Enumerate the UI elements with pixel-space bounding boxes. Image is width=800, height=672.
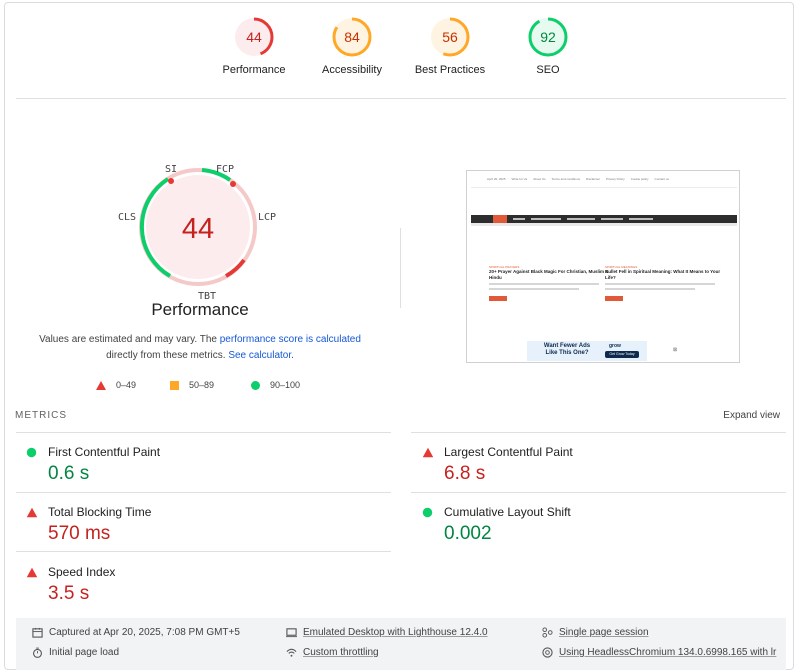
legend-pass: 90–100 xyxy=(251,380,300,390)
metric-name: Cumulative Layout Shift xyxy=(444,505,571,519)
svg-text:92: 92 xyxy=(540,29,556,45)
thumb-card: SPIRITUAL PRAYERS 20+ Prayer Against Bla… xyxy=(489,265,611,301)
browser-version[interactable]: Using HeadlessChromium 134.0.6998.165 wi… xyxy=(542,647,776,658)
throttling-text[interactable]: Custom throttling xyxy=(303,647,379,658)
divider xyxy=(16,98,786,99)
svg-text:56: 56 xyxy=(442,29,458,45)
thumb-nav xyxy=(471,215,737,223)
metric-fcp[interactable]: First Contentful Paint 0.6 s xyxy=(15,432,375,492)
metric-label-lcp: LCP xyxy=(258,212,277,223)
captured-at: Captured at Apr 20, 2025, 7:08 PM GMT+5 xyxy=(32,627,240,638)
final-screenshot[interactable]: April 20, 2025 Write for Us About Us Ter… xyxy=(466,170,740,363)
browser-text[interactable]: Using HeadlessChromium 134.0.6998.165 wi… xyxy=(559,647,776,658)
fail-triangle-icon xyxy=(26,507,38,518)
triangle-icon xyxy=(96,380,106,390)
gauge-label: Accessibility xyxy=(322,64,382,76)
thumb-divider xyxy=(471,187,737,188)
square-icon xyxy=(170,380,179,390)
session-text[interactable]: Single page session xyxy=(559,627,649,638)
thumb-topbar: April 20, 2025 Write for Us About Us Ter… xyxy=(487,177,669,181)
metric-cls[interactable]: Cumulative Layout Shift 0.002 xyxy=(411,492,771,552)
gauge-best-practices[interactable]: 56 Best Practices xyxy=(400,16,500,76)
metric-label-fcp: FCP xyxy=(216,164,235,175)
wifi-icon xyxy=(286,648,297,657)
metric-value: 3.5 s xyxy=(48,583,90,604)
desktop-icon xyxy=(286,628,297,638)
captured-text: Captured at Apr 20, 2025, 7:08 PM GMT+5 xyxy=(49,627,240,638)
vertical-divider xyxy=(400,228,401,308)
legend-fail: 0–49 xyxy=(96,380,136,390)
score-ring: 56 xyxy=(430,17,470,57)
metric-label-cls: CLS xyxy=(118,212,137,223)
metric-si[interactable]: Speed Index 3.5 s xyxy=(15,552,375,612)
fail-triangle-icon xyxy=(422,447,434,458)
score-description: Values are estimated and may vary. The p… xyxy=(30,332,370,364)
initial-load-text: Initial page load xyxy=(49,647,120,658)
session-type[interactable]: Single page session xyxy=(542,627,649,638)
gauge-label: Best Practices xyxy=(414,64,486,76)
gauge-performance[interactable]: 44 Performance xyxy=(204,16,304,76)
metric-name: Speed Index xyxy=(48,565,116,579)
thumb-nav-home xyxy=(493,215,507,223)
thumb-subbar xyxy=(471,223,737,226)
legend-range: 90–100 xyxy=(270,380,301,390)
performance-title: Performance xyxy=(151,300,249,319)
metric-name: Largest Contentful Paint xyxy=(444,445,573,459)
timer-icon xyxy=(33,647,42,658)
metric-value: 570 ms xyxy=(48,523,111,544)
category-gauges: 44 Performance 84 Accessibility 56 Best … xyxy=(0,16,800,86)
thumb-ad-banner: Want Fewer Ads Like This One? grow Get G… xyxy=(527,341,647,361)
circle-icon xyxy=(251,380,260,390)
score-ring: 92 xyxy=(528,17,568,57)
score-legend: 0–49 50–89 90–100 xyxy=(96,380,336,394)
desc-text: Values are estimated and may vary. The xyxy=(39,334,220,345)
metric-value: 6.8 s xyxy=(444,463,486,484)
thumb-card: SPIRITUAL MEANINGS Bullet Fell in Spirit… xyxy=(605,265,727,301)
metric-name: First Contentful Paint xyxy=(48,445,161,459)
calendar-icon xyxy=(32,627,43,638)
metrics-heading: METRICS xyxy=(15,410,67,421)
runtime-settings: Captured at Apr 20, 2025, 7:08 PM GMT+5 … xyxy=(16,618,786,670)
pass-circle-icon xyxy=(26,447,37,458)
pass-circle-icon xyxy=(422,507,433,518)
metric-label-si: SI xyxy=(165,164,178,175)
chrome-icon xyxy=(542,647,553,658)
score-ring: 84 xyxy=(332,17,372,57)
si-marker xyxy=(168,178,174,184)
desc-text: directly from these metrics. xyxy=(106,350,229,361)
initial-page-load: Initial page load xyxy=(32,647,119,658)
legend-range: 0–49 xyxy=(116,380,137,390)
gauge-label: SEO xyxy=(536,64,560,76)
throttling[interactable]: Custom throttling xyxy=(286,647,379,658)
gauge-accessibility[interactable]: 84 Accessibility xyxy=(302,16,402,76)
metric-tbt[interactable]: Total Blocking Time 570 ms xyxy=(15,492,375,552)
score-ring: 44 xyxy=(234,17,274,57)
fail-triangle-icon xyxy=(26,567,38,578)
gauge-seo[interactable]: 92 SEO xyxy=(498,16,598,76)
fcp-marker xyxy=(230,181,236,187)
see-calculator-link[interactable]: See calculator. xyxy=(228,350,294,361)
close-icon: ⊠ xyxy=(673,347,678,353)
metric-lcp[interactable]: Largest Contentful Paint 6.8 s xyxy=(411,432,771,492)
svg-text:84: 84 xyxy=(344,29,360,45)
legend-average: 50–89 xyxy=(170,380,214,390)
emulated-text[interactable]: Emulated Desktop with Lighthouse 12.4.0 xyxy=(303,627,488,638)
gauge-label: Performance xyxy=(222,64,286,76)
performance-score: 44 xyxy=(182,213,214,245)
legend-range: 50–89 xyxy=(189,380,215,390)
expand-view-button[interactable]: Expand view xyxy=(723,410,780,421)
metric-value: 0.6 s xyxy=(48,463,90,484)
svg-text:44: 44 xyxy=(246,29,262,45)
metric-name: Total Blocking Time xyxy=(48,505,152,519)
emulated-device[interactable]: Emulated Desktop with Lighthouse 12.4.0 xyxy=(286,627,488,638)
score-calculated-link[interactable]: performance score is calculated xyxy=(220,334,361,345)
session-icon xyxy=(542,627,553,638)
metric-value: 0.002 xyxy=(444,523,492,544)
